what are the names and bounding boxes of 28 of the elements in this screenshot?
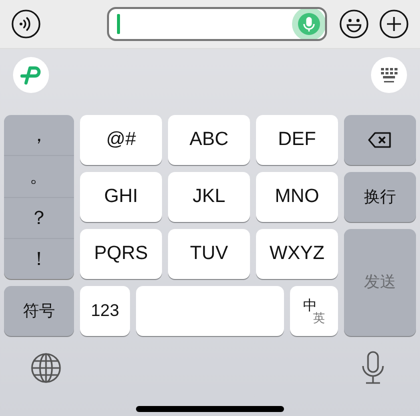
letter-key[interactable]: ABC xyxy=(168,115,250,165)
symbol-key[interactable]: 。 xyxy=(4,156,74,198)
globe-icon[interactable] xyxy=(30,352,62,384)
letter-key[interactable]: TUV xyxy=(168,229,250,279)
backspace-key[interactable] xyxy=(344,115,416,165)
symbol-key[interactable]: ！ xyxy=(4,238,74,279)
letter-key[interactable]: DEF xyxy=(256,115,338,165)
message-input-field[interactable] xyxy=(107,7,327,41)
symbols-key[interactable]: 符号 xyxy=(4,286,74,336)
letter-key[interactable]: JKL xyxy=(168,172,250,222)
number-key[interactable]: 123 xyxy=(80,286,130,336)
dictation-icon[interactable] xyxy=(360,351,386,385)
letter-key[interactable]: PQRS xyxy=(80,229,162,279)
letter-key[interactable]: @# xyxy=(80,115,162,165)
letter-key[interactable]: WXYZ xyxy=(256,229,338,279)
keyboard-icon[interactable] xyxy=(371,57,407,93)
emoji-icon[interactable] xyxy=(339,9,369,39)
backspace-icon xyxy=(368,132,392,148)
text-cursor xyxy=(117,14,120,34)
symbol-key[interactable]: ， xyxy=(4,115,74,156)
app-logo-icon[interactable] xyxy=(13,57,49,93)
voice-message-icon[interactable] xyxy=(11,9,41,39)
symbol-key[interactable]: ？ xyxy=(4,198,74,239)
return-key[interactable]: 换行 xyxy=(344,172,416,222)
letter-key[interactable]: MNO xyxy=(256,172,338,222)
letter-key[interactable]: GHI xyxy=(80,172,162,222)
add-icon[interactable] xyxy=(379,9,409,39)
language-key[interactable]: 中 英 xyxy=(290,286,338,336)
